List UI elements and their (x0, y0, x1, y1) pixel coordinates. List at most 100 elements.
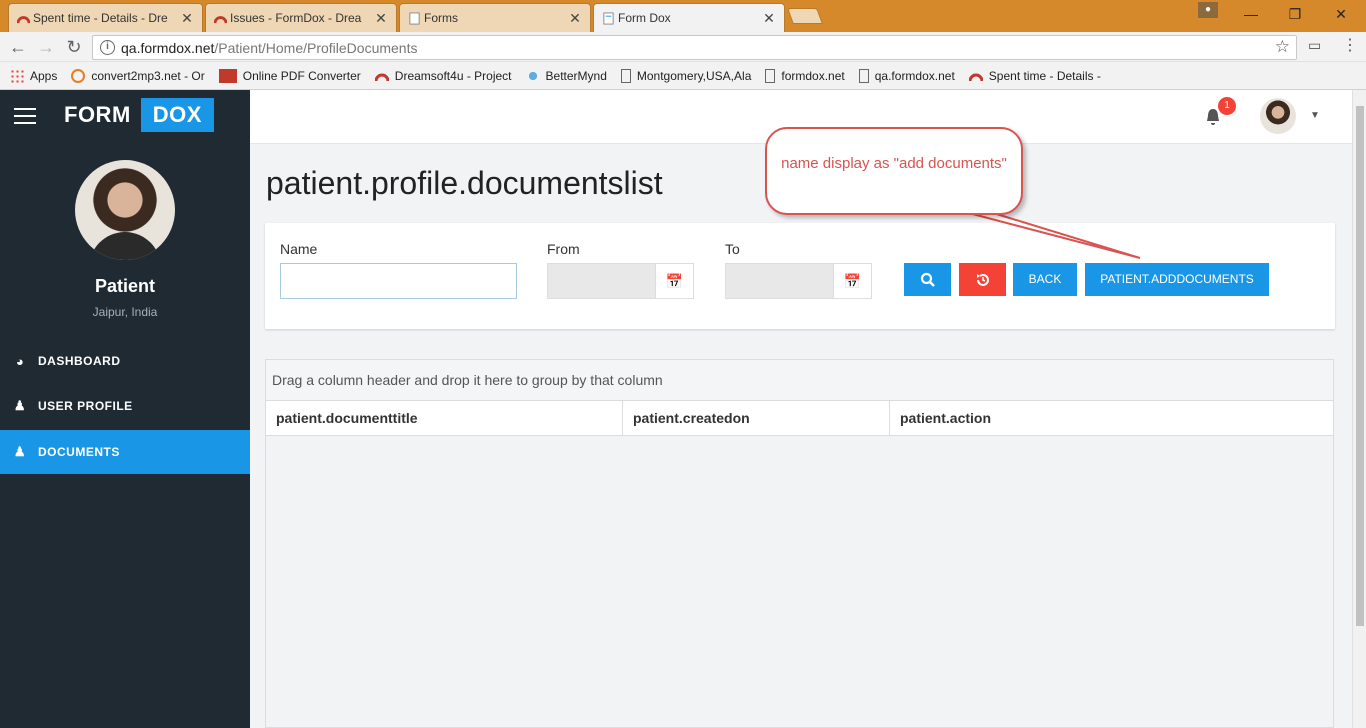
sidebar: FORM DOX Patient Jaipur, India ◕ DASHBOA… (0, 90, 250, 728)
browser-tab-formdox[interactable]: Form Dox ✕ (593, 3, 785, 32)
logo-dox: DOX (140, 98, 214, 132)
bookmark-label: formdox.net (781, 68, 845, 83)
sidebar-item-dashboard[interactable]: ◕ DASHBOARD (0, 339, 250, 383)
bookmark-montgomery[interactable]: Montgomery,USA,Ala (620, 68, 752, 83)
sidebar-item-label: DASHBOARD (38, 354, 121, 368)
bookmark-label: qa.formdox.net (874, 68, 955, 83)
users-icon: ♟ (13, 398, 27, 413)
app-logo[interactable]: FORM DOX (64, 98, 214, 132)
bookmark-qa-formdox[interactable]: qa.formdox.net (858, 68, 955, 83)
close-icon[interactable]: ✕ (374, 10, 388, 27)
bookmark-dreamsoft[interactable]: Dreamsoft4u - Project (374, 68, 512, 83)
redmine-icon (214, 16, 227, 24)
browser-tab-issues[interactable]: Issues - FormDox - Drea ✕ (205, 3, 397, 32)
sidebar-item-documents[interactable]: ♟ DOCUMENTS (0, 430, 250, 474)
browser-toolbar: ← → ↻ i qa.formdox.net/Patient/Home/Prof… (0, 32, 1366, 62)
logo-form: FORM (64, 102, 131, 127)
page-title: patient.profile.documentslist (266, 165, 663, 201)
page-icon (858, 68, 869, 83)
redmine-icon (968, 73, 983, 81)
add-documents-button[interactable]: PATIENT.ADDDOCUMENTS (1085, 263, 1269, 296)
browser-tab-forms[interactable]: Forms ✕ (399, 3, 591, 32)
annotation-callout: name display as "add documents" (765, 127, 1023, 215)
bookmark-bettermynd[interactable]: BetterMynd (525, 68, 607, 83)
info-icon[interactable]: i (100, 40, 115, 55)
bookmark-spent-time[interactable]: Spent time - Details - (968, 68, 1101, 83)
browser-profile-icon[interactable]: ● (1198, 2, 1218, 18)
bookmark-online-pdf[interactable]: Online PDF Converter (218, 68, 361, 83)
tab-title: Form Dox (618, 11, 671, 25)
sidebar-item-label: DOCUMENTS (38, 445, 120, 459)
users-icon: ♟ (13, 444, 27, 459)
window-close-icon[interactable]: ✕ (1318, 0, 1364, 28)
reset-button[interactable] (959, 263, 1006, 296)
notification-badge: 1 (1218, 97, 1236, 115)
browser-menu-icon[interactable]: ⋮ (1342, 35, 1358, 55)
page-icon (765, 68, 776, 83)
bookmark-label: Montgomery,USA,Ala (636, 68, 752, 83)
avatar (75, 160, 175, 260)
scrollbar-thumb[interactable] (1356, 106, 1364, 626)
sidebar-item-user-profile[interactable]: ♟ USER PROFILE (0, 384, 250, 428)
bulb-icon (525, 68, 540, 83)
bookmark-convert2mp3[interactable]: convert2mp3.net - Or (71, 68, 205, 83)
reload-icon[interactable]: ↻ (62, 36, 86, 58)
back-arrow-icon[interactable]: ← (6, 36, 30, 58)
address-bar[interactable]: i qa.formdox.net/Patient/Home/ProfileDoc… (92, 35, 1297, 60)
calendar-icon[interactable]: 📅 (833, 263, 872, 299)
bookmark-label: BetterMynd (545, 68, 607, 83)
bookmark-label: Spent time - Details - (988, 68, 1101, 83)
page-icon (603, 12, 614, 25)
url-path: /Patient/Home/ProfileDocuments (214, 39, 418, 56)
calendar-icon[interactable]: 📅 (655, 263, 694, 299)
from-date-input[interactable] (547, 263, 656, 299)
bookmarks-bar: Apps convert2mp3.net - Or Online PDF Con… (0, 62, 1366, 90)
browser-tab-strip: Spent time - Details - Dre ✕ Issues - Fo… (0, 0, 1366, 32)
group-drop-zone[interactable]: Drag a column header and drop it here to… (266, 360, 1333, 401)
bookmark-apps[interactable]: Apps (10, 68, 58, 83)
from-label: From (547, 241, 580, 257)
user-location: Jaipur, India (92, 305, 158, 319)
close-icon[interactable]: ✕ (568, 10, 582, 27)
hamburger-menu-icon[interactable] (14, 108, 36, 124)
minimize-icon[interactable]: — (1228, 0, 1274, 28)
redmine-icon (374, 73, 389, 81)
back-button[interactable]: BACK (1013, 263, 1077, 296)
name-label: Name (280, 241, 318, 257)
caret-down-icon[interactable]: ▼ (1310, 110, 1320, 121)
restore-icon[interactable]: ❐ (1272, 0, 1318, 28)
sidebar-item-label: USER PROFILE (38, 399, 133, 413)
browser-tab-spent-time[interactable]: Spent time - Details - Dre ✕ (8, 3, 203, 32)
column-header-documenttitle[interactable]: patient.documenttitle (266, 401, 623, 436)
to-date-input[interactable] (725, 263, 834, 299)
url-host: qa.formdox.net (121, 39, 215, 56)
bookmark-label: convert2mp3.net - Or (91, 68, 205, 83)
bookmark-label: Online PDF Converter (242, 68, 361, 83)
pdf-icon (218, 68, 237, 83)
cast-icon[interactable]: ▭ (1308, 37, 1321, 54)
dashboard-icon: ◕ (15, 353, 25, 369)
page-scrollbar[interactable] (1352, 90, 1366, 728)
close-icon[interactable]: ✕ (762, 10, 776, 27)
bookmark-star-icon[interactable]: ☆ (1275, 37, 1290, 57)
user-name: Patient (94, 276, 155, 296)
apps-icon (10, 68, 24, 83)
name-input[interactable] (280, 263, 517, 299)
close-icon[interactable]: ✕ (180, 10, 194, 27)
search-button[interactable] (904, 263, 951, 296)
column-header-createdon[interactable]: patient.createdon (623, 401, 890, 436)
user-avatar[interactable] (1260, 98, 1296, 134)
column-header-action[interactable]: patient.action (890, 401, 1333, 436)
new-tab-button[interactable] (787, 8, 823, 24)
bookmark-label: Apps (30, 68, 58, 83)
search-icon (920, 272, 935, 287)
history-icon (976, 273, 989, 286)
bookmark-formdox[interactable]: formdox.net (765, 68, 845, 83)
tab-title: Issues - FormDox - Drea (230, 11, 362, 25)
tab-title: Spent time - Details - Dre (33, 11, 168, 25)
forward-arrow-icon[interactable]: → (34, 36, 58, 58)
filter-panel: Name From 📅 To 📅 BACK PATIENT.ADDDOCUMEN… (265, 223, 1335, 329)
bookmark-label: Dreamsoft4u - Project (394, 68, 512, 83)
page-icon (409, 12, 420, 25)
grid-header: patient.documenttitle patient.createdon … (266, 401, 1333, 436)
